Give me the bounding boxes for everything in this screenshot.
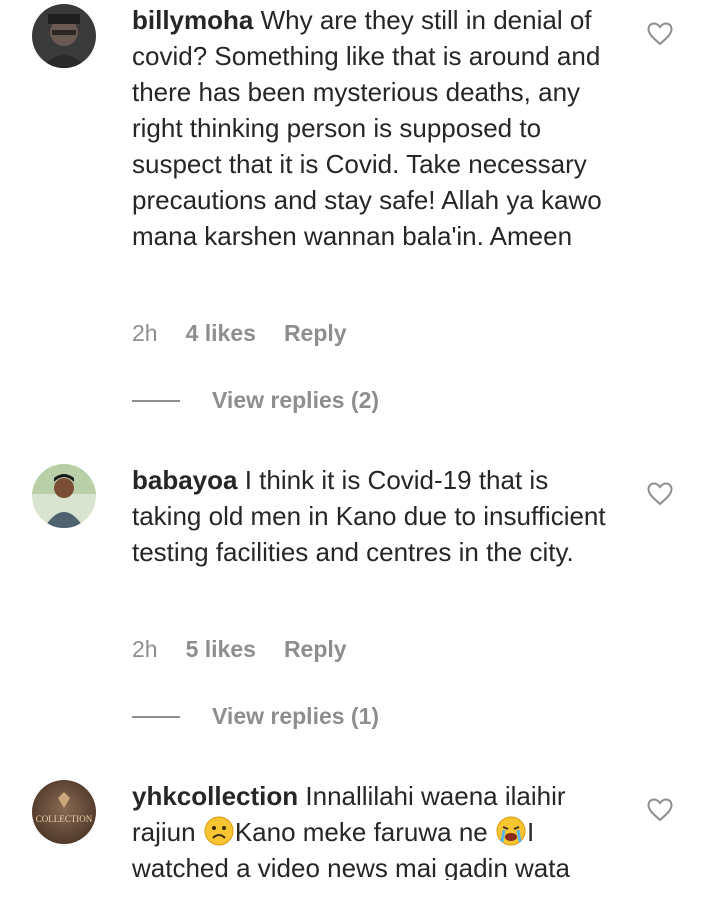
comment-meta: 2h 4 likes Reply [132,320,347,347]
comment-text: babayoa I think it is Covid-19 that is t… [132,462,622,570]
divider-line [132,715,180,718]
reply-button[interactable]: Reply [284,636,347,663]
like-heart-icon[interactable] [647,798,673,822]
view-replies-button[interactable]: View replies (2) [132,387,379,414]
comment-time: 2h [132,636,158,662]
comment-text: billymoha Why are they still in denial o… [132,2,622,254]
comment-meta: 2h 5 likes Reply [132,636,347,663]
avatar[interactable] [32,4,96,68]
comment-username[interactable]: billymoha [132,5,253,35]
comment-text: yhkcollection Innallilahi waena ilaihir … [132,778,622,880]
comment-body: Why are they still in denial of covid? S… [132,5,602,251]
frowning-face-icon [204,816,234,846]
comment-likes[interactable]: 5 likes [186,636,256,663]
crying-face-icon [496,816,526,846]
comment-username[interactable]: babayoa [132,465,238,495]
divider-line [132,399,180,402]
reply-button[interactable]: Reply [284,320,347,347]
comment-body-part2: Kano meke faruwa ne [234,817,488,847]
view-replies-label: View replies (2) [212,387,380,413]
comment-time: 2h [132,320,158,346]
comment-username[interactable]: yhkcollection [132,781,298,811]
avatar[interactable] [32,464,96,528]
comment-likes[interactable]: 4 likes [186,320,256,347]
like-heart-icon[interactable] [647,22,673,46]
view-replies-button[interactable]: View replies (1) [132,703,379,730]
comments-list: billymoha Why are they still in denial o… [0,0,720,880]
like-heart-icon[interactable] [647,482,673,506]
view-replies-label: View replies (1) [212,703,380,729]
avatar-logo-text: COLLECTION [36,814,93,824]
avatar[interactable]: COLLECTION [32,780,96,844]
